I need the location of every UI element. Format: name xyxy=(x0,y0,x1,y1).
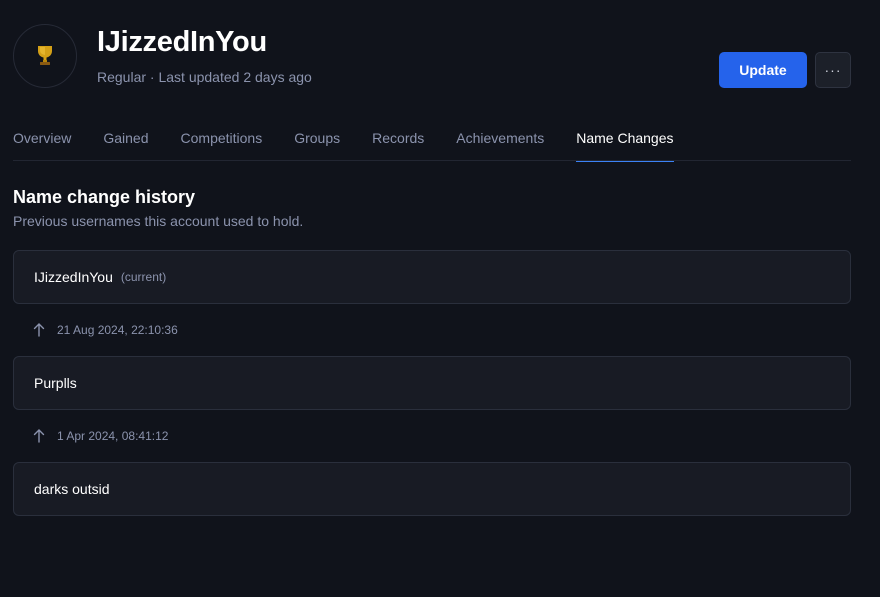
name-change-event: 21 Aug 2024, 22:10:36 xyxy=(13,304,851,356)
section-title: Name change history xyxy=(13,187,196,207)
player-meta: Regular · Last updated 2 days ago xyxy=(97,69,312,85)
tab-records[interactable]: Records xyxy=(372,127,424,161)
tab-achievements[interactable]: Achievements xyxy=(456,127,544,161)
tab-overview[interactable]: Overview xyxy=(13,127,71,161)
name-change-section: Name change history Previous usernames t… xyxy=(13,186,851,516)
arrow-up-icon xyxy=(32,322,46,338)
username: darks outsid xyxy=(34,481,110,497)
username: Purplls xyxy=(34,375,77,391)
arrow-up-icon xyxy=(32,428,46,444)
player-name: IJizzedInYou xyxy=(97,26,267,58)
tab-gained[interactable]: Gained xyxy=(103,127,148,161)
more-options-button[interactable]: ··· xyxy=(815,52,851,88)
avatar xyxy=(13,24,77,88)
change-date: 1 Apr 2024, 08:41:12 xyxy=(57,429,169,443)
tab-groups[interactable]: Groups xyxy=(294,127,340,161)
section-subtitle: Previous usernames this account used to … xyxy=(13,213,304,229)
username: IJizzedInYou xyxy=(34,269,113,285)
tab-name-changes[interactable]: Name Changes xyxy=(576,127,674,162)
name-history-list: IJizzedInYou (current) 21 Aug 2024, 22:1… xyxy=(13,250,851,516)
trophy-icon xyxy=(38,46,52,65)
list-item: Purplls xyxy=(13,356,851,410)
list-item: darks outsid xyxy=(13,462,851,516)
list-item: IJizzedInYou (current) xyxy=(13,250,851,304)
profile-tabs: Overview Gained Competitions Groups Reco… xyxy=(13,127,851,162)
current-badge: (current) xyxy=(120,270,167,284)
tab-competitions[interactable]: Competitions xyxy=(181,127,263,161)
player-profile-page: IJizzedInYou Regular · Last updated 2 da… xyxy=(0,0,880,597)
update-button[interactable]: Update xyxy=(719,52,807,88)
name-change-event: 1 Apr 2024, 08:41:12 xyxy=(13,410,851,462)
title-block: IJizzedInYou Regular · Last updated 2 da… xyxy=(97,24,312,86)
change-date: 21 Aug 2024, 22:10:36 xyxy=(57,323,178,337)
header-actions: Update ··· xyxy=(719,52,851,88)
more-horizontal-icon: ··· xyxy=(824,62,842,78)
player-header: IJizzedInYou Regular · Last updated 2 da… xyxy=(13,24,851,88)
